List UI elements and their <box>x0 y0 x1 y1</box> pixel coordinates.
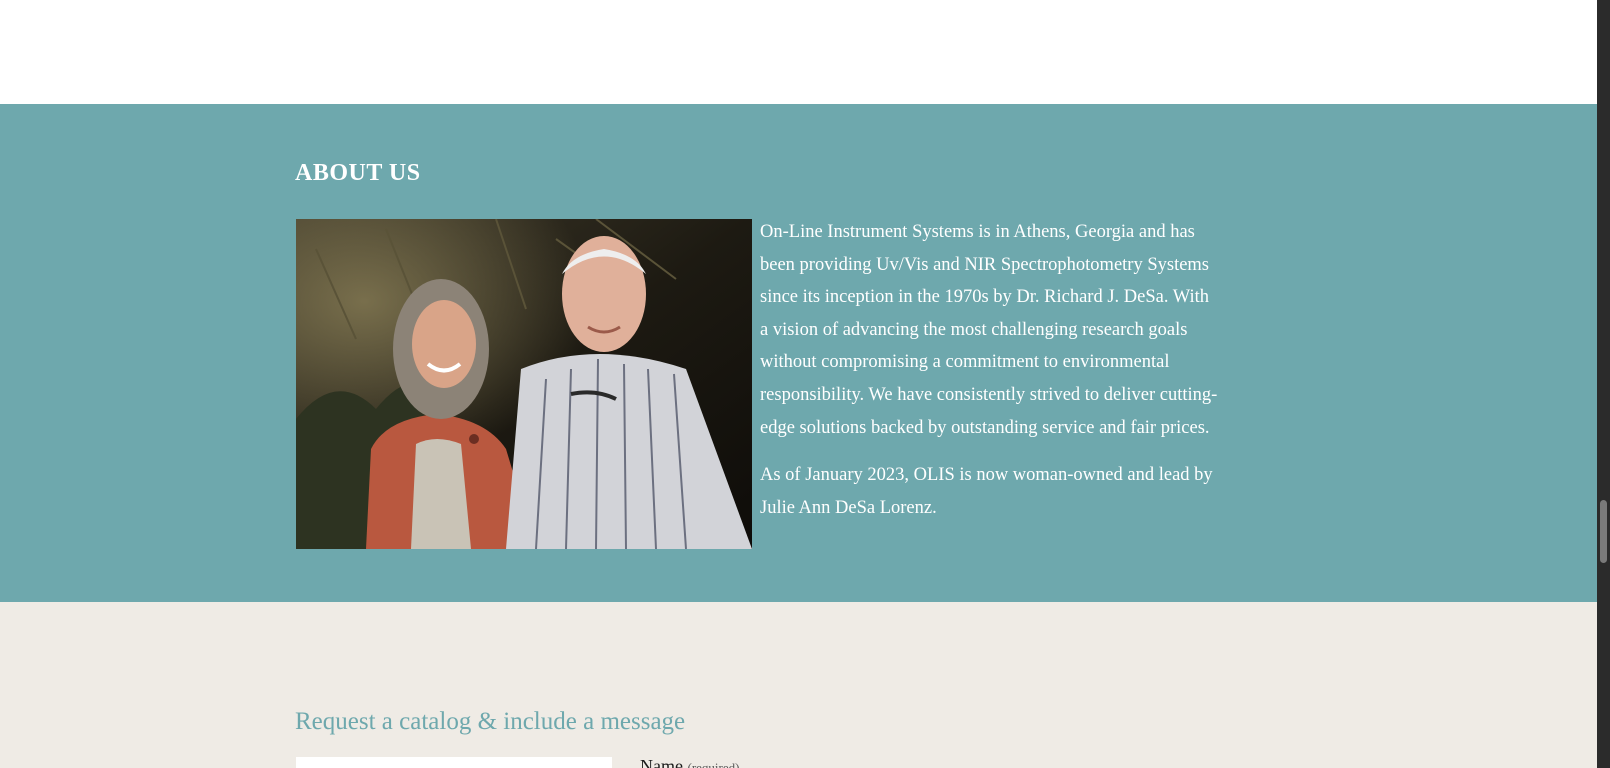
about-paragraph-ownership: As of January 2023, OLIS is now woman-ow… <box>760 465 1213 518</box>
owners-photo <box>296 219 752 549</box>
message-field[interactable] <box>296 757 612 768</box>
name-field-label: Name (required) <box>640 756 739 768</box>
about-heading: ABOUT US <box>295 160 421 186</box>
about-paragraph-history: On-Line Instrument Systems is in Athens,… <box>760 222 1218 438</box>
top-whitespace <box>0 0 1597 104</box>
about-text: On-Line Instrument Systems is in Athens,… <box>760 216 1220 539</box>
name-label-text: Name <box>640 756 683 768</box>
contact-section: Request a catalog & include a message Na… <box>0 602 1597 768</box>
about-section: ABOUT US On-Line Instrument Systems is i… <box>0 104 1597 602</box>
page-scrollbar[interactable] <box>1597 0 1610 768</box>
page: ABOUT US On-Line Instrument Systems is i… <box>0 0 1597 768</box>
required-note: (required) <box>687 760 740 768</box>
scrollbar-thumb[interactable] <box>1600 500 1607 563</box>
contact-heading: Request a catalog & include a message <box>295 708 686 735</box>
